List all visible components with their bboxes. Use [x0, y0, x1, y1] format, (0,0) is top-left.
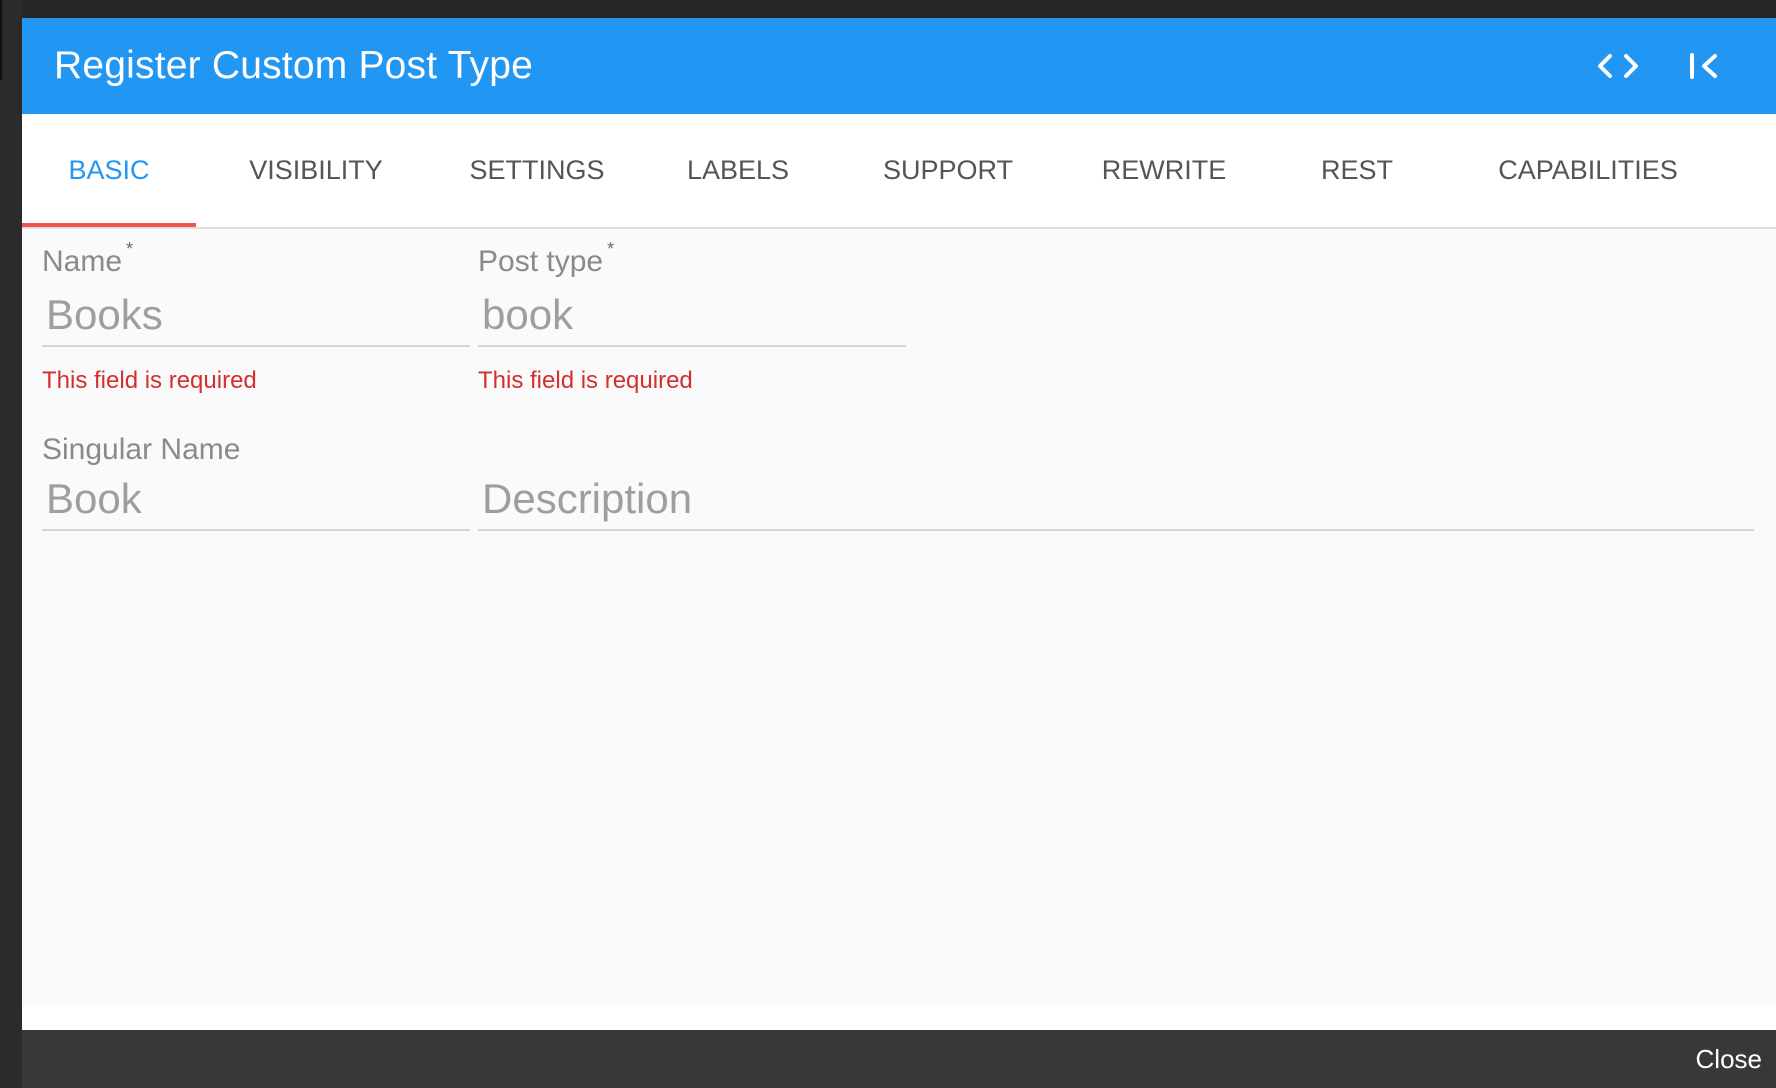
- tab-rest[interactable]: REST: [1298, 114, 1416, 227]
- tab-settings[interactable]: SETTINGS: [452, 114, 622, 227]
- left-edge-mark: [0, 0, 2, 80]
- required-marker: *: [126, 239, 134, 259]
- tab-labels[interactable]: LABELS: [668, 114, 808, 227]
- code-brackets-icon: [1598, 54, 1638, 78]
- form-content: Name* This field is required Post type* …: [22, 229, 1776, 1007]
- register-post-type-modal: Register Custom Post Type BASIC VISIBILI…: [22, 18, 1776, 1030]
- description-field: [478, 433, 1754, 533]
- tab-basic[interactable]: BASIC: [40, 114, 178, 227]
- post-type-label-text: Post type: [478, 245, 604, 278]
- tab-rewrite[interactable]: REWRITE: [1082, 114, 1246, 227]
- required-marker: *: [607, 239, 615, 259]
- name-input[interactable]: [42, 285, 470, 347]
- singular-name-label: Singular Name: [42, 433, 241, 466]
- name-label-text: Name: [42, 245, 123, 278]
- singular-name-field: Singular Name: [42, 433, 470, 533]
- post-type-error: This field is required: [478, 367, 693, 394]
- tab-bar: BASIC VISIBILITY SETTINGS LABELS SUPPORT…: [22, 114, 1776, 229]
- content-bottom-padding: [22, 1007, 1776, 1030]
- post-type-label: Post type *: [478, 239, 614, 279]
- left-edge-strip: [0, 0, 22, 1088]
- post-type-input[interactable]: [478, 285, 906, 347]
- close-button[interactable]: Close: [1696, 1044, 1762, 1075]
- post-type-field: Post type* This field is required: [478, 239, 906, 394]
- modal-title: Register Custom Post Type: [54, 44, 533, 87]
- code-view-button[interactable]: [1592, 44, 1644, 88]
- name-error: This field is required: [42, 367, 257, 394]
- modal-header: Register Custom Post Type: [22, 18, 1776, 114]
- active-tab-indicator: [22, 223, 196, 227]
- modal-footer: Close: [22, 1030, 1776, 1088]
- description-input[interactable]: [478, 469, 1754, 531]
- name-field: Name* This field is required: [42, 239, 470, 394]
- name-label: Name *: [42, 239, 133, 279]
- tab-support[interactable]: SUPPORT: [868, 114, 1028, 227]
- singular-name-input[interactable]: [42, 469, 470, 531]
- tab-visibility[interactable]: VISIBILITY: [228, 114, 404, 227]
- collapse-panel-button[interactable]: [1678, 44, 1730, 88]
- collapse-left-icon: [1690, 53, 1717, 79]
- tab-capabilities[interactable]: CAPABILITIES: [1478, 114, 1698, 227]
